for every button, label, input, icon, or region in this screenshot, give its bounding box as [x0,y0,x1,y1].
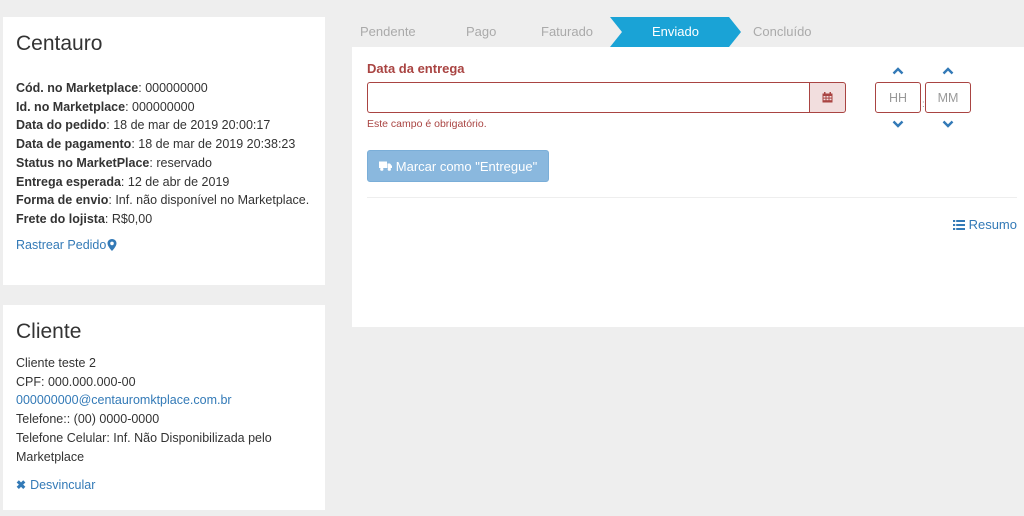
delivery-date-input[interactable] [367,82,810,113]
mark-delivered-button[interactable]: Marcar como "Entregue" [367,150,549,182]
step-enviado: Enviado [610,17,741,47]
delivery-date-label: Data da entrega [367,61,465,76]
truck-icon [378,161,392,171]
unlink-client-link[interactable]: ✖ Desvincular [16,478,95,492]
client-title: Cliente [16,320,82,343]
delivery-date-error: Este campo é obrigatório. [367,118,487,130]
minute-input[interactable] [925,82,971,113]
order-field-shipping-method: Forma de envio: Inf. não disponível no M… [16,193,310,208]
order-field-marketplace-code: Cód. no Marketplace: 000000000 [16,81,208,95]
minute-increment-button[interactable] [939,65,957,77]
step-pendente: Pendente [360,24,416,39]
map-marker-icon [107,238,117,251]
step-pago: Pago [466,24,497,39]
step-faturado: Faturado [541,24,594,39]
order-status-panel: Pendente Pago Faturado Enviado Concluído… [352,17,1024,327]
order-field-seller-freight: Frete do lojista: R$0,00 [16,211,153,226]
hour-input[interactable] [875,82,921,113]
client-cpf: CPF: 000.000.000-00 [16,374,136,389]
client-name: Cliente teste 2 [16,356,96,370]
divider [367,197,1017,198]
calendar-icon [822,92,833,103]
order-field-expected-delivery: Entrega esperada: 12 de abr de 2019 [16,174,230,189]
client-email-link[interactable]: 000000000@centauromktplace.com.br [16,391,312,410]
order-field-marketplace-id: Id. no Marketplace: 000000000 [16,99,195,114]
list-icon [952,219,965,230]
calendar-button[interactable] [809,82,846,113]
hour-decrement-button[interactable] [889,118,907,130]
order-status-steps: Pendente Pago Faturado Enviado Concluído [352,17,1024,47]
chevron-up-icon [892,67,904,75]
chevron-down-icon [942,120,954,128]
client-phone: Telefone:: (00) 0000-0000 [16,412,160,427]
order-field-marketplace-status: Status no MarketPlace: reservado [16,155,212,170]
client-panel: Cliente Cliente teste 2 CPF: 000.000.000… [3,305,325,510]
chevron-up-icon [942,67,954,75]
order-info-panel: Centauro Cód. no Marketplace: 000000000 … [3,17,325,285]
summary-link[interactable]: Resumo [952,217,1017,232]
chevron-down-icon [892,120,904,128]
step-concluido: Concluído [753,24,812,39]
marketplace-title: Centauro [16,32,103,55]
client-mobile: Telefone Celular: Inf. Não Disponibiliza… [16,430,272,464]
order-field-payment-date: Data de pagamento: 18 de mar de 2019 20:… [16,137,296,152]
order-details: Cód. no Marketplace: 000000000 Id. no Ma… [16,79,312,229]
close-icon: ✖ [16,478,27,493]
order-field-order-date: Data do pedido: 18 de mar de 2019 20:00:… [16,118,271,133]
hour-increment-button[interactable] [889,65,907,77]
track-order-link[interactable]: Rastrear Pedido [16,238,117,252]
minute-decrement-button[interactable] [939,118,957,130]
